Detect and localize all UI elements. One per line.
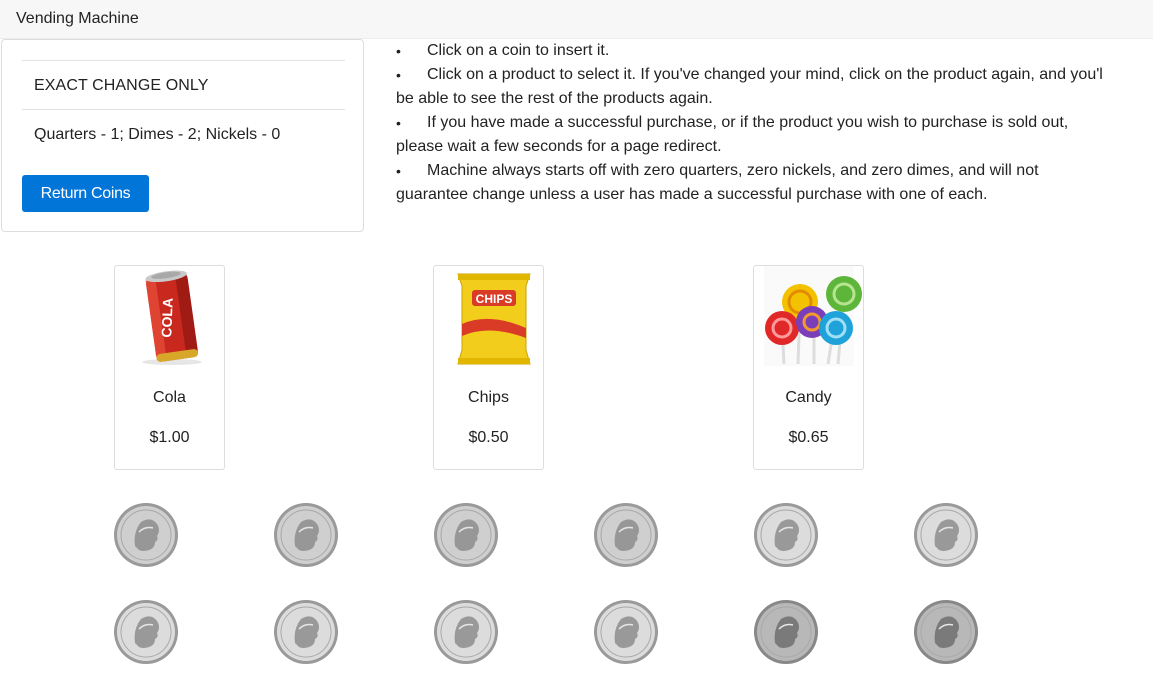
instruction-line: If you have made a successful purchase, … [427,114,1069,131]
instruction-line: Machine always starts off with zero quar… [427,162,1039,179]
return-coins-button[interactable]: Return Coins [22,175,149,212]
app-title[interactable]: Vending Machine [16,10,139,28]
instruction-line: Click on a coin to insert it. [427,42,610,59]
product-price: $0.65 [788,429,829,446]
quarter-coin-icon [594,503,658,567]
dime-coin[interactable] [273,599,339,665]
quarter-coin[interactable] [433,502,499,568]
product-name: Cola [153,389,186,406]
quarter-coin[interactable] [593,502,659,568]
dime-coin-icon [434,600,498,664]
nickel-coin-icon [914,600,978,664]
dime-coin[interactable] [913,502,979,568]
nickel-coin-icon [754,600,818,664]
dime-coin-icon [914,503,978,567]
change-summary: Quarters - 1; Dimes - 2; Nickels - 0 [34,126,281,143]
divider [22,60,345,61]
quarter-coin-icon [434,503,498,567]
quarter-coin[interactable] [273,502,339,568]
product-card-candy[interactable]: Candy $0.65 [753,265,864,470]
chips-bag-icon: CHIPS [434,266,543,366]
product-card-chips[interactable]: CHIPS Chips $0.50 [433,265,544,470]
quarter-coin[interactable] [113,502,179,568]
dime-coin-icon [274,600,338,664]
dime-coin[interactable] [433,599,499,665]
svg-text:COLA: COLA [158,298,175,338]
dime-coin-icon [594,600,658,664]
dime-coin[interactable] [113,599,179,665]
machine-message: EXACT CHANGE ONLY [34,77,209,94]
divider [22,109,345,110]
dime-coin[interactable] [593,599,659,665]
nickel-coin[interactable] [913,599,979,665]
quarter-coin-icon [274,503,338,567]
cola-can-icon: COLA [115,266,224,366]
navbar: Vending Machine [0,0,1153,39]
dime-coin-icon [114,600,178,664]
bullet: • [396,67,401,83]
dime-coin-icon [754,503,818,567]
svg-text:CHIPS: CHIPS [476,292,513,306]
bullet: • [396,115,401,131]
dime-coin[interactable] [753,502,819,568]
product-price: $1.00 [149,429,190,446]
product-name: Candy [785,389,832,406]
bullet: • [396,43,401,59]
quarter-coin-icon [114,503,178,567]
product-name: Chips [468,389,509,406]
status-card: EXACT CHANGE ONLY Quarters - 1; Dimes - … [1,39,364,232]
instruction-line: guarantee change unless a user has made … [396,186,988,203]
product-price: $0.50 [468,429,509,446]
instruction-line: be able to see the rest of the products … [396,90,713,107]
instruction-line: please wait a few seconds for a page red… [396,138,722,155]
nickel-coin[interactable] [753,599,819,665]
instructions: • Click on a coin to insert it. • Click … [396,40,1153,210]
instruction-line: Click on a product to select it. If you'… [427,66,1103,83]
product-card-cola[interactable]: COLA Cola $1.00 [114,265,225,470]
lollipops-icon [754,266,863,366]
bullet: • [396,163,401,179]
